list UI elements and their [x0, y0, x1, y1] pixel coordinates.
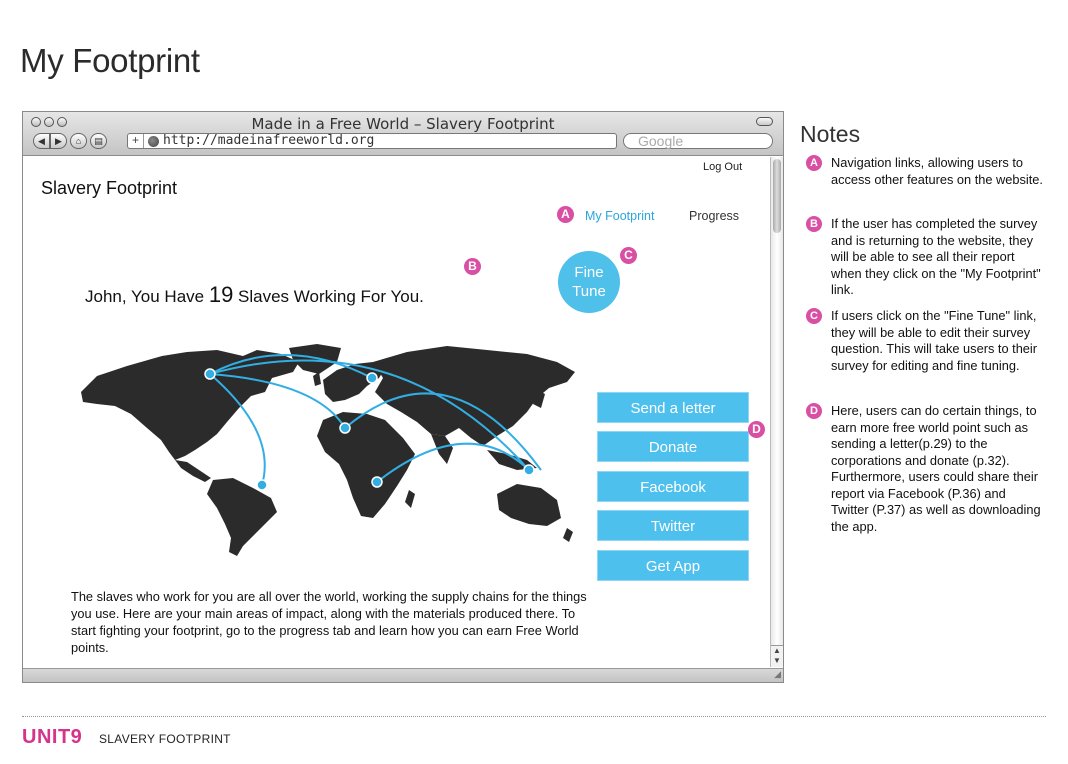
slave-count: 19 [208, 282, 234, 307]
nav-link-progress[interactable]: Progress [689, 209, 739, 223]
continent-australia [497, 484, 561, 526]
note-marker: A [806, 155, 822, 171]
browser-toolbar: Made in a Free World – Slavery Footprint… [23, 112, 783, 156]
note-text: Here, users can do certain things, to ea… [831, 403, 1041, 534]
annotation-marker-a: A [557, 206, 574, 223]
note-item-a: A Navigation links, allowing users to acc… [806, 155, 1046, 188]
continent-south-america [207, 478, 277, 556]
impact-point-south-africa[interactable] [371, 476, 383, 488]
browser-window: Made in a Free World – Slavery Footprint… [22, 111, 784, 683]
logout-link[interactable]: Log Out [703, 161, 742, 173]
impact-point-australia[interactable] [523, 464, 535, 476]
headline-before: John, You Have [85, 287, 209, 306]
window-title: Made in a Free World – Slavery Footprint [251, 115, 555, 133]
search-input[interactable]: Google [623, 133, 773, 149]
get-app-button[interactable]: Get App [597, 550, 749, 581]
site-title: Slavery Footprint [41, 178, 178, 198]
home-icon[interactable]: ⌂ [70, 133, 87, 149]
send-letter-button[interactable]: Send a letter [597, 392, 749, 423]
footer-label: SLAVERY FOOTPRINT [99, 732, 231, 746]
impact-point-europe[interactable] [366, 372, 378, 384]
continent-central-america [175, 460, 211, 482]
fine-tune-label-line1: Fine [574, 264, 604, 281]
scrollbar-thumb[interactable] [773, 159, 781, 233]
resize-grip-icon[interactable]: ◢ [774, 669, 781, 680]
fine-tune-label-line2: Tune [572, 283, 606, 300]
note-text: If the user has completed the survey and… [831, 216, 1041, 297]
impact-point-africa[interactable] [339, 422, 351, 434]
web-page: Log Out Slavery Footprint A My Footprint… [23, 157, 770, 667]
annotation-marker-c: C [620, 247, 637, 264]
scroll-arrows[interactable]: ▲ ▼ [771, 645, 783, 667]
globe-icon [148, 135, 159, 147]
donate-button[interactable]: Donate [597, 431, 749, 462]
browser-nav-buttons: ◀ ▶ ⌂ ▤ [33, 133, 107, 149]
note-text: Navigation links, allowing users to acce… [831, 155, 1043, 187]
continent-uk [313, 372, 321, 386]
vertical-scrollbar[interactable]: ▲ ▼ [770, 157, 783, 667]
annotation-marker-d: D [748, 421, 765, 438]
search-placeholder: Google [638, 133, 684, 149]
unit9-logo: UNIT9 [22, 726, 83, 748]
slave-count-headline: John, You Have 19 Slaves Working For You… [85, 282, 424, 308]
toolbar-toggle-button[interactable] [756, 117, 773, 126]
impact-point-brazil[interactable] [256, 479, 268, 491]
note-item-d: D Here, users can do certain things, to e… [806, 403, 1046, 535]
notes-title: Notes [800, 121, 861, 147]
facebook-button[interactable]: Facebook [597, 471, 749, 502]
headline-after: Slaves Working For You. [233, 287, 424, 306]
world-map [81, 344, 575, 556]
add-tab-icon[interactable]: + [128, 134, 144, 148]
nav-link-my-footprint[interactable]: My Footprint [585, 209, 654, 223]
continent-north-america [81, 350, 299, 460]
browser-statusbar: ◢ [23, 668, 783, 682]
note-text: If users click on the "Fine Tune" link, … [831, 308, 1038, 373]
print-icon[interactable]: ▤ [90, 133, 107, 149]
continent-new-zealand [563, 528, 573, 542]
impact-point-usa[interactable] [204, 368, 216, 380]
continent-madagascar [405, 490, 415, 508]
annotation-marker-b: B [464, 258, 481, 275]
fine-tune-button[interactable]: Fine Tune [558, 251, 620, 313]
back-icon[interactable]: ◀ [33, 133, 50, 149]
page-title: My Footprint [20, 42, 200, 79]
note-marker: B [806, 216, 822, 232]
url-bar[interactable]: + http://madeinafreeworld.org [127, 133, 617, 149]
note-item-c: C If users click on the "Fine Tune" link,… [806, 308, 1046, 374]
footer-divider [22, 716, 1046, 717]
impact-description: The slaves who work for you are all over… [71, 589, 587, 655]
forward-icon[interactable]: ▶ [50, 133, 67, 149]
twitter-button[interactable]: Twitter [597, 510, 749, 541]
note-item-b: B If the user has completed the survey an… [806, 216, 1046, 299]
url-text[interactable]: http://madeinafreeworld.org [163, 134, 374, 148]
note-marker: C [806, 308, 822, 324]
note-marker: D [806, 403, 822, 419]
continent-greenland [289, 344, 341, 374]
